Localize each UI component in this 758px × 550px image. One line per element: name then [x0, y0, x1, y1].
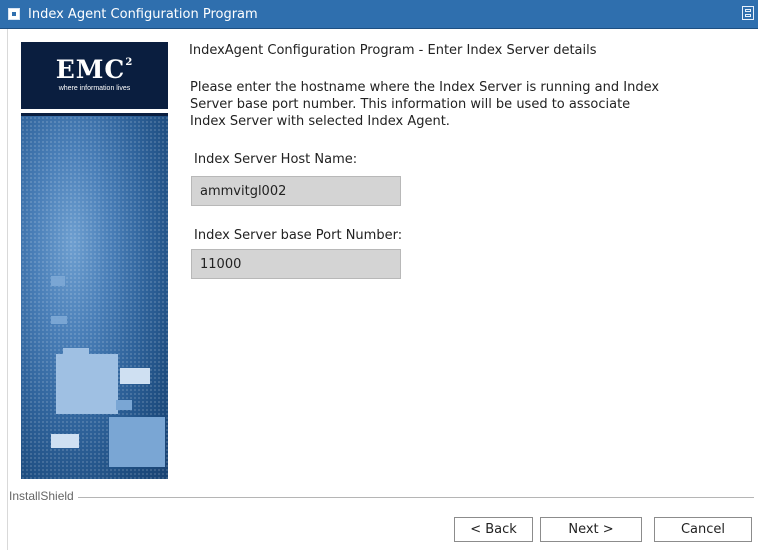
decor-square: [109, 417, 165, 467]
host-name-label: Index Server Host Name:: [194, 152, 358, 167]
window-menu-icon[interactable]: [8, 8, 20, 20]
maximize-icon[interactable]: [742, 6, 754, 20]
page-heading: IndexAgent Configuration Program - Enter…: [189, 43, 597, 58]
back-button[interactable]: < Back: [454, 517, 533, 542]
emc-logo-superscript: 2: [125, 57, 134, 68]
cancel-button[interactable]: Cancel: [654, 517, 752, 542]
emc-logo: EMC2: [21, 55, 168, 84]
emc-logo-text: EMC: [55, 55, 126, 84]
decor-square: [63, 348, 89, 360]
logo-area: EMC2 where information lives: [21, 42, 168, 109]
banner-artwork: [21, 116, 168, 479]
window-left-border: [0, 29, 8, 550]
decor-square: [51, 434, 79, 448]
decor-square: [56, 354, 118, 414]
footer-divider: [78, 497, 754, 498]
host-name-input[interactable]: [191, 176, 401, 206]
port-number-input[interactable]: [191, 249, 401, 279]
port-number-label: Index Server base Port Number:: [194, 228, 403, 243]
side-banner: EMC2 where information lives: [21, 42, 168, 479]
next-button[interactable]: Next >: [540, 517, 642, 542]
decor-square: [116, 400, 132, 410]
decor-square: [120, 368, 150, 384]
page-description: Please enter the hostname where the Inde…: [190, 80, 660, 129]
window-title: Index Agent Configuration Program: [28, 7, 258, 22]
decor-square: [51, 276, 65, 286]
emc-tagline: where information lives: [58, 85, 131, 92]
decor-square: [51, 316, 67, 324]
installshield-label: InstallShield: [9, 489, 74, 503]
title-bar[interactable]: Index Agent Configuration Program: [0, 0, 758, 29]
